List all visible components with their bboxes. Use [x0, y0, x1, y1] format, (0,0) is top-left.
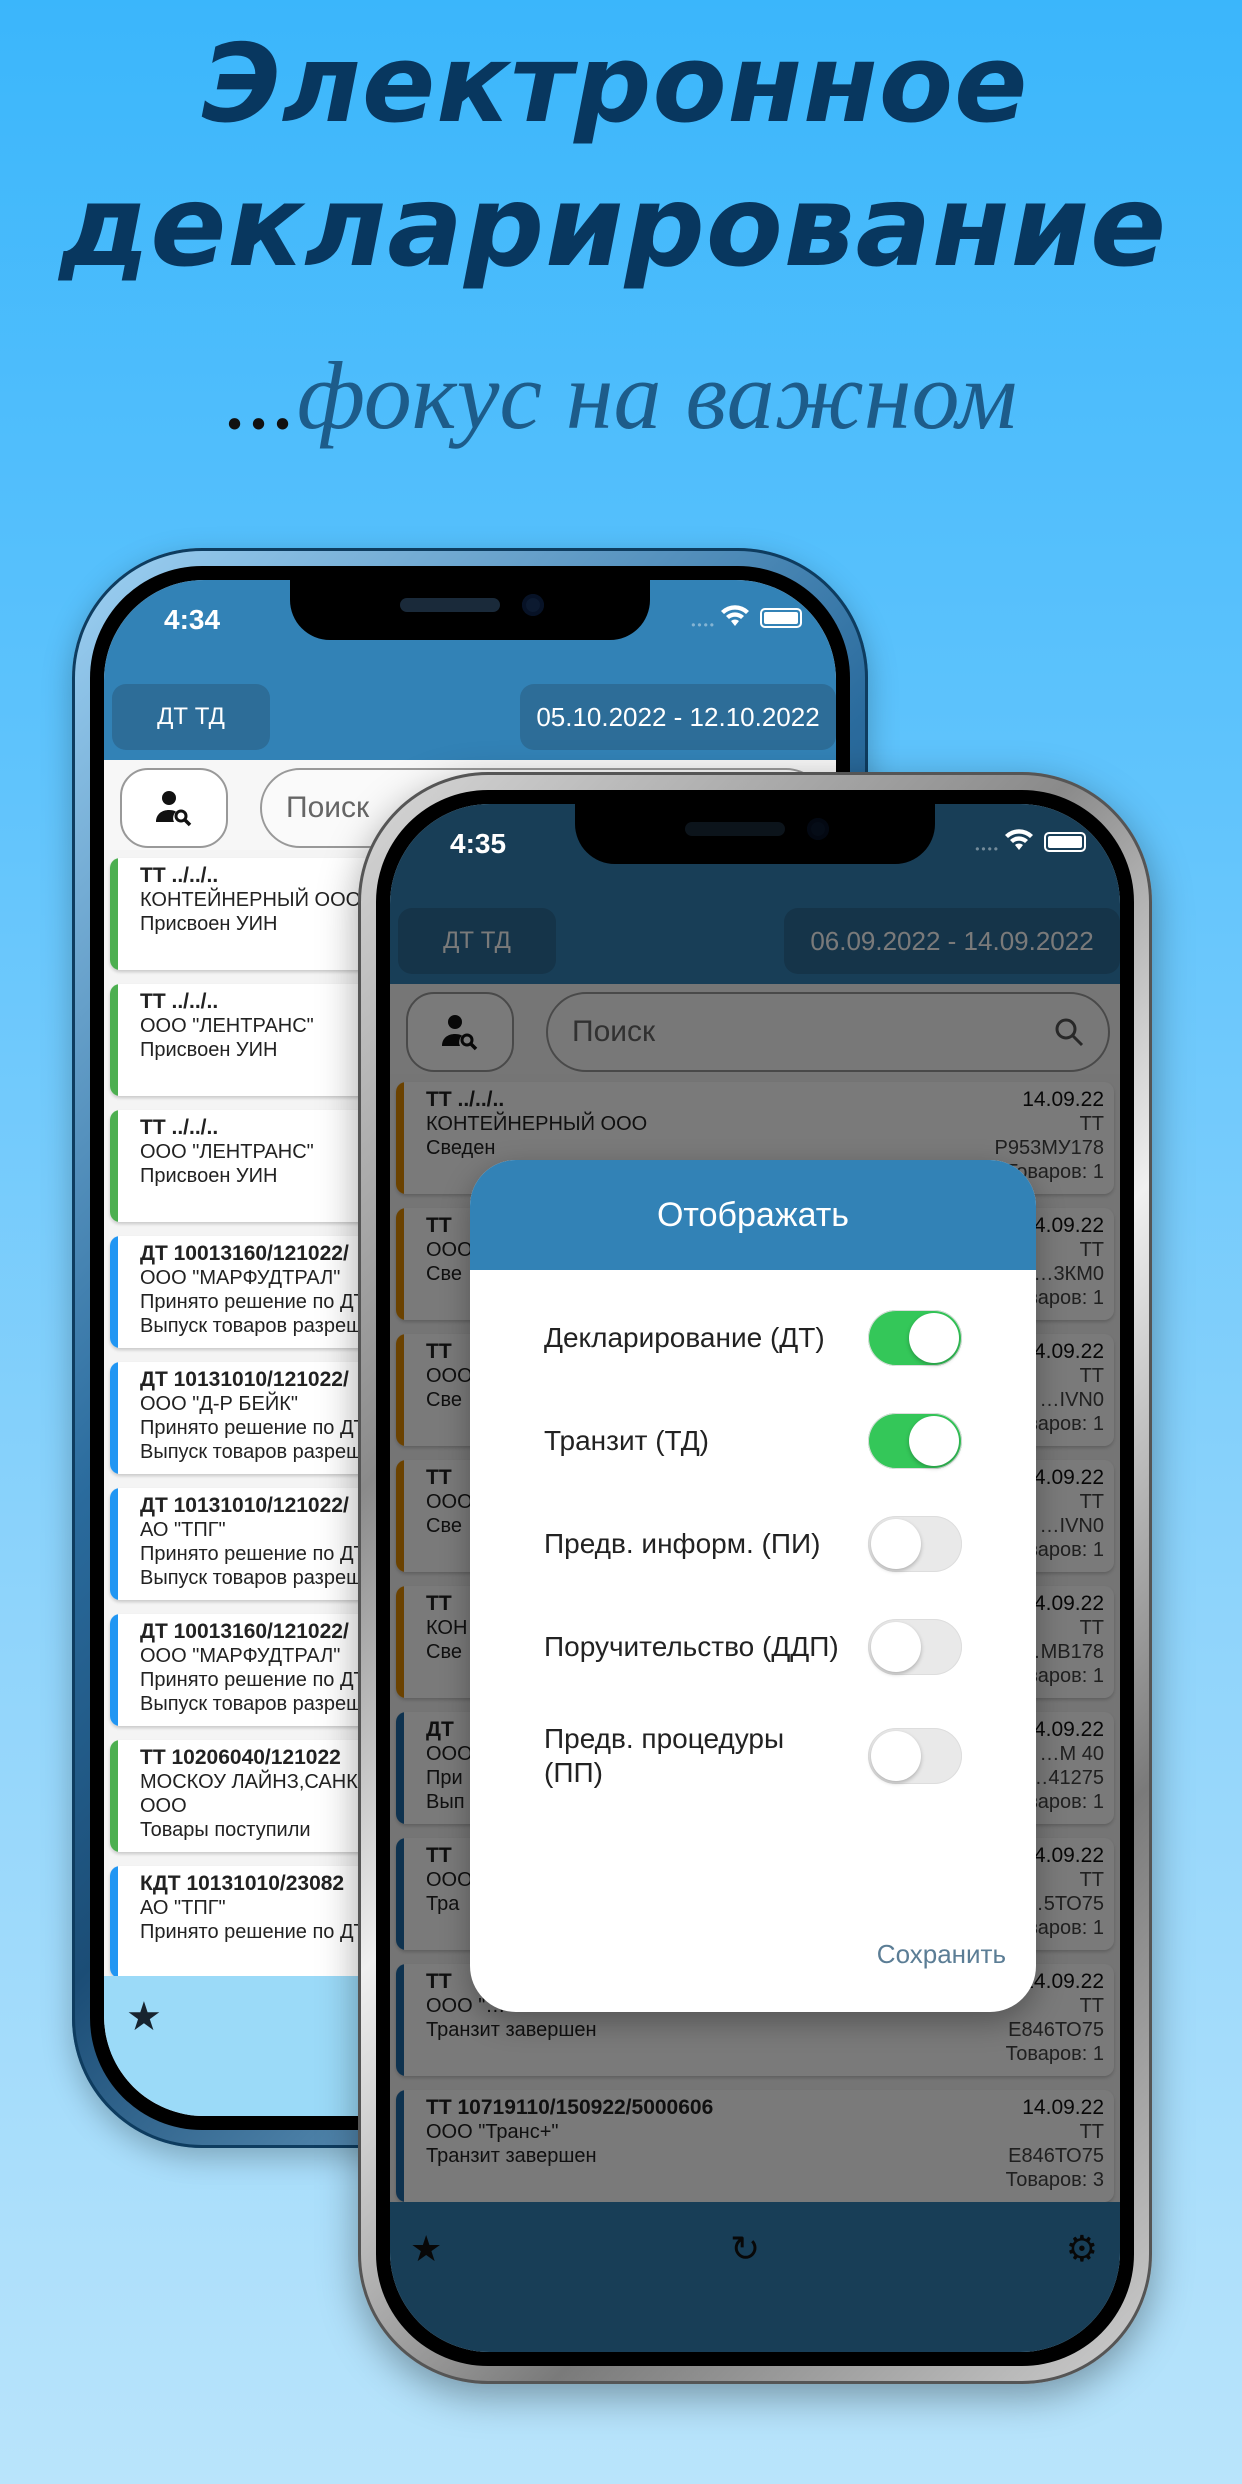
battery-icon: [760, 608, 802, 628]
tagline-text: фокус на важном: [296, 342, 1018, 449]
option-label: Предв. информ. (ПИ): [544, 1528, 821, 1559]
option-toggle[interactable]: [868, 1310, 962, 1366]
display-option: Поручительство (ДДП): [544, 1619, 962, 1675]
toggle-knob: [871, 1622, 921, 1672]
toggle-knob: [909, 1313, 959, 1363]
option-toggle[interactable]: [868, 1516, 962, 1572]
display-option: Предв. процедуры (ПП): [544, 1722, 962, 1790]
display-option: Декларирование (ДТ): [544, 1310, 962, 1366]
notch: [290, 580, 650, 640]
doc-type-filter-button[interactable]: ДТ ТД: [112, 684, 270, 750]
display-option: Транзит (ТД): [544, 1413, 962, 1469]
option-toggle[interactable]: [868, 1728, 962, 1784]
person-search-icon: [156, 791, 192, 827]
person-search-button[interactable]: [120, 768, 228, 848]
option-toggle[interactable]: [868, 1413, 962, 1469]
display-settings-dialog: Отображать Декларирование (ДТ) Транзит (Т…: [470, 1160, 1036, 2012]
option-label: Декларирование (ДТ): [544, 1322, 825, 1353]
hero-title-line1: Электронное: [201, 22, 1029, 147]
wifi-icon: [721, 605, 749, 626]
toggle-knob: [909, 1416, 959, 1466]
status-bar: 4:35 ••••: [390, 804, 1120, 874]
hero-tagline: ...фокус на важном: [0, 340, 1242, 451]
battery-icon: [1044, 832, 1086, 852]
status-time: 4:34: [164, 604, 221, 635]
signal-icon: ••••: [975, 842, 1000, 856]
option-label: Поручительство (ДДП): [544, 1631, 839, 1662]
wifi-icon: [1005, 829, 1033, 850]
toggle-knob: [871, 1519, 921, 1569]
option-toggle[interactable]: [868, 1619, 962, 1675]
status-time: 4:35: [450, 828, 507, 859]
signal-icon: ••••: [691, 618, 716, 632]
search-placeholder: Поиск: [286, 791, 370, 824]
dialog-title: Отображать: [470, 1160, 1036, 1270]
display-option: Предв. информ. (ПИ): [544, 1516, 962, 1572]
option-label: Предв. процедуры (ПП): [544, 1723, 785, 1788]
save-button[interactable]: Сохранить: [877, 1939, 1006, 1970]
hero-title-line2: декларирование: [58, 162, 1168, 292]
date-range-button[interactable]: 05.10.2022 - 12.10.2022: [520, 684, 836, 750]
option-label: Транзит (ТД): [544, 1425, 710, 1456]
toggle-knob: [871, 1731, 921, 1781]
star-icon[interactable]: ★: [126, 1994, 162, 2040]
tagline-dots: ...: [224, 342, 297, 449]
